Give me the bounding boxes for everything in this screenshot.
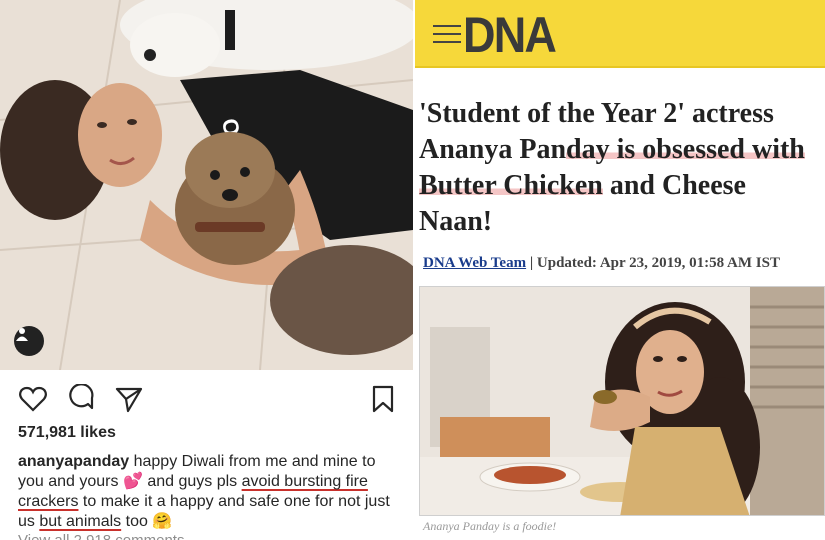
caption-text-4: too (121, 513, 153, 530)
dna-logo[interactable]: DNA (463, 6, 557, 64)
instagram-post: ONLY (0, 0, 413, 540)
article-title: 'Student of the Year 2' actress Ananya P… (419, 96, 825, 240)
post-photo-illustration: ONLY (0, 0, 413, 370)
share-icon[interactable] (114, 384, 144, 414)
post-action-bar (0, 380, 413, 420)
updated-timestamp: | Updated: Apr 23, 2019, 01:58 AM IST (526, 255, 780, 271)
author-link[interactable]: DNA Web Team (423, 255, 526, 271)
view-comments-link[interactable]: View all 2,918 comments (18, 532, 184, 540)
comment-icon[interactable] (66, 383, 96, 414)
caption-highlight-animals: but animals (39, 513, 122, 530)
dna-article: DNA 'Student of the Year 2' actress Anan… (415, 0, 825, 540)
article-photo[interactable] (419, 286, 825, 516)
likes-count[interactable]: 571,981 likes (18, 424, 116, 442)
heart-emoji: 💕 (122, 473, 143, 490)
hug-emoji: 🤗 (152, 513, 173, 530)
caption-username[interactable]: ananyapanday (18, 453, 129, 470)
user-tag-icon[interactable] (14, 326, 44, 356)
photo-caption: Ananya Panday is a foodie! (423, 519, 557, 533)
dna-header: DNA (415, 0, 825, 68)
caption-text-2: and guys pls (142, 473, 242, 490)
heart-icon[interactable] (18, 384, 48, 414)
post-caption: ananyapanday happy Diwali from me and mi… (18, 452, 398, 532)
post-photo[interactable]: ONLY (0, 0, 413, 370)
bookmark-icon[interactable] (368, 384, 398, 414)
article-photo-illustration (420, 287, 824, 515)
article-byline: DNA Web Team | Updated: Apr 23, 2019, 01… (423, 255, 780, 272)
person-glyph (16, 328, 28, 341)
hamburger-menu-icon[interactable] (433, 25, 461, 43)
